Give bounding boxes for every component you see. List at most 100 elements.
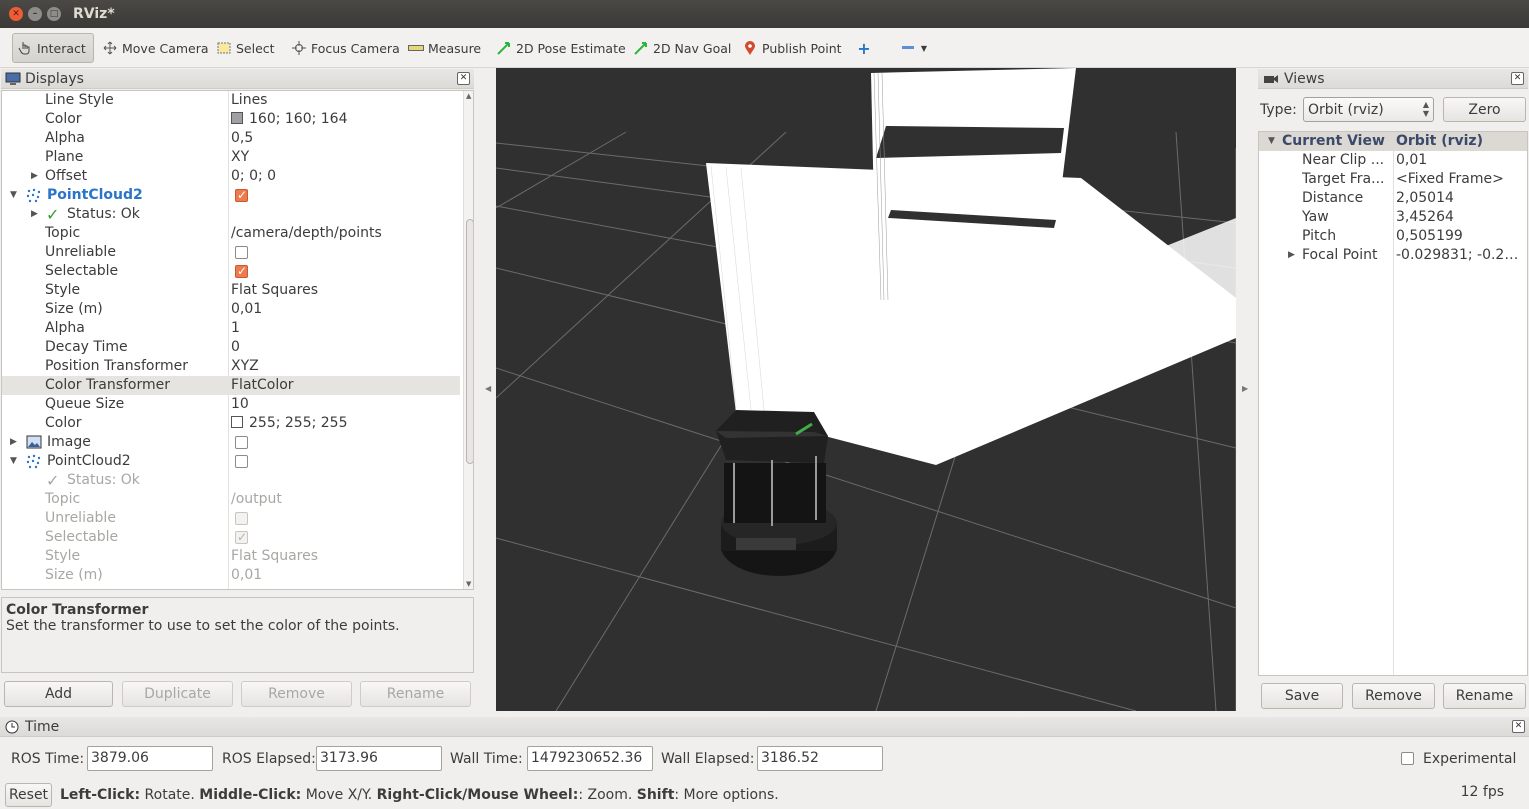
tree-row-image[interactable]: ▶ Image	[2, 433, 460, 452]
expand-arrow-icon[interactable]: ▶	[31, 205, 38, 224]
property-value[interactable]: 0; 0; 0	[231, 167, 276, 186]
tree-row[interactable]: Line Style Lines	[2, 91, 460, 110]
reset-button[interactable]: Reset	[5, 783, 52, 807]
tree-row[interactable]: Color 255; 255; 255	[2, 414, 460, 433]
view-property-row[interactable]: Yaw 3,45264	[1259, 208, 1527, 227]
measure-tool-button[interactable]: Measure	[404, 33, 485, 63]
property-value[interactable]: 255; 255; 255	[231, 414, 348, 433]
ros-elapsed-field[interactable]: 3173.96	[316, 746, 442, 771]
displays-scrollbar[interactable]: ▲ ▼	[463, 91, 473, 589]
wall-elapsed-field[interactable]: 3186.52	[757, 746, 883, 771]
tree-row[interactable]: Style Flat Squares	[2, 547, 460, 566]
pose-estimate-tool-button[interactable]: 2D Pose Estimate	[492, 33, 630, 63]
property-value[interactable]: 1	[231, 319, 240, 338]
view-property-row[interactable]: Near Clip ... 0,01	[1259, 151, 1527, 170]
expand-arrow-icon[interactable]: ▶	[10, 433, 17, 452]
property-value[interactable]: FlatColor	[231, 376, 294, 395]
selectable-checkbox[interactable]: ✓	[235, 530, 248, 544]
property-value[interactable]: 160; 160; 164	[231, 110, 348, 129]
property-value[interactable]: 0,01	[231, 566, 262, 585]
selectable-checkbox[interactable]	[235, 262, 248, 281]
displays-tree[interactable]: Line Style Lines Color 160; 160; 164 Alp…	[1, 90, 474, 590]
collapse-arrow-icon[interactable]: ▼	[1268, 132, 1275, 151]
remove-view-button[interactable]: Remove	[1352, 683, 1435, 709]
window-maximize-button[interactable]: □	[47, 7, 61, 21]
rename-view-button[interactable]: Rename	[1443, 683, 1526, 709]
tree-row[interactable]: Position Transformer XYZ	[2, 357, 460, 376]
enabled-checkbox[interactable]	[235, 186, 248, 205]
view-type-select[interactable]: Orbit (rviz) ▲ ▼	[1303, 97, 1434, 122]
add-tool-button[interactable]: +	[852, 33, 880, 63]
views-close-button[interactable]: ✕	[1511, 72, 1524, 85]
property-value[interactable]: 0,01	[1396, 151, 1527, 170]
displays-close-button[interactable]: ✕	[457, 72, 470, 85]
current-view-row[interactable]: ▼ Current View Orbit (rviz)	[1259, 132, 1527, 151]
interact-tool-button[interactable]: Interact	[12, 33, 94, 63]
tree-row-pointcloud2[interactable]: ▼ PointCloud2	[2, 452, 460, 471]
tree-row-pointcloud2[interactable]: ▼ PointCloud2	[2, 186, 460, 205]
property-value[interactable]: 0,01	[231, 300, 262, 319]
tree-row[interactable]: Style Flat Squares	[2, 281, 460, 300]
property-value[interactable]: Flat Squares	[231, 281, 318, 300]
enabled-checkbox[interactable]	[235, 455, 248, 468]
property-value[interactable]: /output	[231, 490, 282, 509]
property-value[interactable]: XYZ	[231, 357, 259, 376]
property-value[interactable]: 3,45264	[1396, 208, 1527, 227]
property-value[interactable]: 0,5	[231, 129, 253, 148]
move-camera-tool-button[interactable]: Move Camera	[98, 33, 213, 63]
tree-row[interactable]: Unreliable	[2, 243, 460, 262]
zero-button[interactable]: Zero	[1443, 97, 1526, 122]
unreliable-checkbox[interactable]	[235, 512, 248, 525]
render-viewport[interactable]	[496, 68, 1236, 711]
property-value[interactable]: 10	[231, 395, 249, 414]
nav-goal-tool-button[interactable]: 2D Nav Goal	[629, 33, 735, 63]
tree-row[interactable]: ▶ Offset 0; 0; 0	[2, 167, 460, 186]
tree-row[interactable]: Alpha 1	[2, 319, 460, 338]
property-value[interactable]: 0	[231, 338, 240, 357]
tree-row[interactable]: Queue Size 10	[2, 395, 460, 414]
views-tree[interactable]: ▼ Current View Orbit (rviz) Near Clip ..…	[1258, 131, 1528, 676]
left-splitter-arrow-icon[interactable]: ◀	[485, 384, 491, 393]
wall-time-field[interactable]: 1479230652.36	[527, 746, 653, 771]
experimental-checkbox[interactable]	[1401, 752, 1414, 765]
tree-row[interactable]: Alpha 0,5	[2, 129, 460, 148]
property-value[interactable]: XY	[231, 148, 249, 167]
property-value[interactable]: -0.029831; -0.295...	[1396, 246, 1527, 265]
rename-display-button[interactable]: Rename	[360, 681, 471, 707]
tree-row[interactable]: Size (m) 0,01	[2, 566, 460, 585]
tree-row-selected[interactable]: Color Transformer FlatColor	[2, 376, 460, 395]
ros-time-field[interactable]: 3879.06	[87, 746, 213, 771]
tree-row[interactable]: Plane XY	[2, 148, 460, 167]
remove-display-button[interactable]: Remove	[241, 681, 352, 707]
tree-row[interactable]: ▶ ✓ Status: Ok	[2, 205, 460, 224]
tree-row[interactable]: Decay Time 0	[2, 338, 460, 357]
scrollbar-thumb[interactable]	[466, 219, 473, 464]
collapse-arrow-icon[interactable]: ▼	[10, 186, 17, 205]
window-close-button[interactable]: ✕	[9, 7, 23, 21]
right-splitter-arrow-icon[interactable]: ▶	[1242, 384, 1248, 393]
time-close-button[interactable]: ✕	[1512, 720, 1525, 733]
tree-row[interactable]: ✓ Status: Ok	[2, 471, 460, 490]
view-property-row[interactable]: ▶ Focal Point -0.029831; -0.295...	[1259, 246, 1527, 265]
remove-tool-dropdown[interactable]: ▼	[896, 33, 936, 63]
unreliable-checkbox[interactable]	[235, 246, 248, 259]
add-display-button[interactable]: Add	[4, 681, 113, 707]
save-view-button[interactable]: Save	[1261, 683, 1343, 709]
collapse-arrow-icon[interactable]: ▼	[10, 452, 17, 471]
property-value[interactable]: 2,05014	[1396, 189, 1527, 208]
tree-row[interactable]: Size (m) 0,01	[2, 300, 460, 319]
tree-row[interactable]: Topic /output	[2, 490, 460, 509]
property-value[interactable]: Lines	[231, 91, 267, 110]
view-property-row[interactable]: Pitch 0,505199	[1259, 227, 1527, 246]
expand-arrow-icon[interactable]: ▶	[31, 167, 38, 186]
expand-arrow-icon[interactable]: ▶	[1288, 246, 1295, 265]
view-property-row[interactable]: Distance 2,05014	[1259, 189, 1527, 208]
property-value[interactable]: 0,505199	[1396, 227, 1527, 246]
scroll-up-icon[interactable]: ▲	[466, 92, 471, 100]
publish-point-tool-button[interactable]: Publish Point	[738, 33, 846, 63]
tree-row[interactable]: Color 160; 160; 164	[2, 110, 460, 129]
view-property-row[interactable]: Target Fra... <Fixed Frame>	[1259, 170, 1527, 189]
focus-camera-tool-button[interactable]: Focus Camera	[287, 33, 404, 63]
window-minimize-button[interactable]: –	[28, 7, 42, 21]
select-tool-button[interactable]: Select	[212, 33, 279, 63]
